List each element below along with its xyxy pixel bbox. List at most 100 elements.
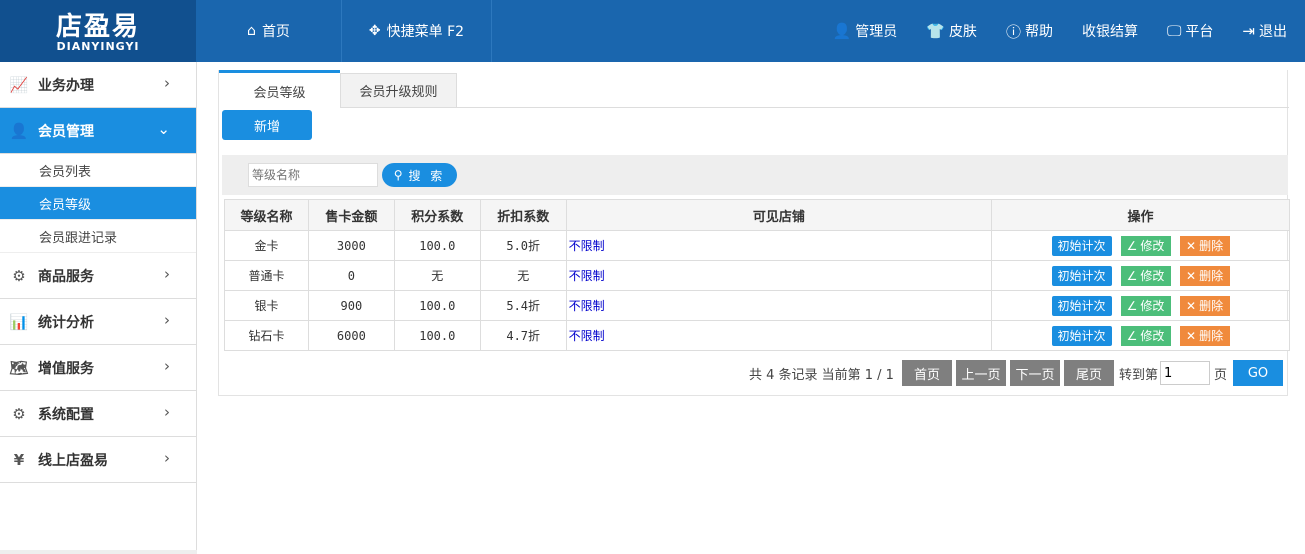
first-page-button[interactable]: 首页: [901, 360, 952, 386]
sidebar-item-online[interactable]: ¥ 线上店盈易 ›: [0, 437, 196, 483]
sidebar-item-label: 商品服务: [38, 268, 94, 285]
logo-text: 店盈易: [55, 12, 140, 42]
sidebar-item-system-config[interactable]: ⚙ 系统配置 ›: [0, 391, 196, 437]
pencil-icon: ∠: [1126, 328, 1138, 343]
goto-label: 转到第: [1118, 367, 1158, 383]
gear-icon: ⚙: [12, 404, 26, 423]
actions-cell: 初始计次 ∠ 修改 ✕ 删除: [991, 230, 1290, 261]
level-table: 等级名称 售卡金额 积分系数 折扣系数 可见店铺 操作 金卡 3000 100.…: [224, 199, 1290, 351]
logout-icon: ⇥: [1242, 22, 1255, 40]
delete-button[interactable]: ✕ 删除: [1179, 235, 1230, 256]
sidebar-item-label: 系统配置: [38, 406, 94, 423]
prev-page-button[interactable]: 上一页: [955, 360, 1006, 386]
nav-quick-menu[interactable]: ✥ 快捷菜单 F2: [342, 0, 492, 62]
visible-store: 不限制: [565, 260, 993, 291]
sidebar-item-member[interactable]: 👤 会员管理 ⌄: [0, 108, 196, 154]
card-price: 900: [307, 290, 395, 321]
page-number-input[interactable]: [1159, 361, 1210, 385]
chevron-right-icon: ›: [164, 449, 170, 467]
nav-skin[interactable]: 👕 皮肤: [926, 21, 977, 41]
column-header: 折扣系数: [479, 199, 567, 231]
edit-button[interactable]: ∠ 修改: [1120, 325, 1171, 346]
user-icon: 👤: [832, 22, 852, 40]
map-icon: 🗺: [9, 358, 29, 377]
search-button[interactable]: ⚲ 搜 索: [382, 163, 457, 187]
sidebar-subitem-member-level[interactable]: 会员等级: [0, 187, 196, 220]
sidebar: 📈 业务办理 › 👤 会员管理 ⌄ 会员列表 会员等级 会员跟进记录 ⚙ 商品服…: [0, 62, 197, 554]
edit-button[interactable]: ∠ 修改: [1120, 265, 1171, 286]
pencil-icon: ∠: [1126, 238, 1138, 253]
init-count-button[interactable]: 初始计次: [1051, 235, 1112, 256]
nav-admin[interactable]: 👤 管理员: [833, 21, 898, 41]
stats-icon: 📊: [9, 312, 29, 331]
level-name: 银卡: [224, 290, 309, 321]
edit-button[interactable]: ∠ 修改: [1120, 235, 1171, 256]
edit-label: 修改: [1140, 239, 1165, 253]
sidebar-item-stats[interactable]: 📊 统计分析 ›: [0, 299, 196, 345]
search-button-label: 搜 索: [408, 168, 446, 183]
table-row: 钻石卡 6000 100.0 4.7折 不限制 初始计次 ∠ 修改 ✕ 删除: [224, 320, 1290, 351]
edit-button[interactable]: ∠ 修改: [1120, 295, 1171, 316]
nav-home[interactable]: ⌂ 首页: [196, 0, 342, 62]
pencil-icon: ∠: [1126, 298, 1138, 313]
delete-button[interactable]: ✕ 删除: [1179, 265, 1230, 286]
go-button[interactable]: GO: [1233, 360, 1283, 386]
delete-button[interactable]: ✕ 删除: [1179, 325, 1230, 346]
monitor-icon: 🖵: [1166, 22, 1182, 40]
card-price: 0: [307, 260, 395, 291]
nav-quick-menu-label: 快捷菜单 F2: [386, 24, 465, 40]
search-input[interactable]: [248, 163, 378, 187]
help-icon: ⓘ: [1005, 22, 1021, 41]
sidebar-item-label: 线上店盈易: [38, 452, 108, 469]
column-header: 可见店铺: [565, 199, 993, 231]
sidebar-item-goods[interactable]: ⚙ 商品服务 ›: [0, 253, 196, 299]
logo[interactable]: 店盈易 DIANYINGYI: [0, 0, 196, 62]
nav-platform[interactable]: 🖵 平台: [1167, 21, 1213, 41]
pencil-icon: ∠: [1126, 268, 1138, 283]
last-page-button[interactable]: 尾页: [1063, 360, 1114, 386]
discount-factor: 4.7折: [479, 320, 567, 351]
sidebar-scrollbar[interactable]: [0, 550, 197, 554]
card-price: 6000: [307, 320, 395, 351]
init-count-button[interactable]: 初始计次: [1051, 295, 1112, 316]
table-header-row: 等级名称 售卡金额 积分系数 折扣系数 可见店铺 操作: [224, 199, 1290, 231]
delete-label: 删除: [1199, 299, 1224, 313]
search-icon: ⚲: [393, 168, 403, 182]
init-count-button[interactable]: 初始计次: [1051, 265, 1112, 286]
sidebar-subitem-member-list[interactable]: 会员列表: [0, 154, 196, 187]
nav-checkout[interactable]: 收银结算: [1082, 21, 1138, 41]
sidebar-item-label: 增值服务: [38, 360, 94, 377]
sidebar-subitem-member-followup[interactable]: 会员跟进记录: [0, 220, 196, 253]
level-name: 金卡: [224, 230, 309, 261]
chevron-right-icon: ›: [164, 311, 170, 329]
chart-icon: 📈: [9, 75, 29, 94]
close-icon: ✕: [1186, 298, 1197, 313]
add-button[interactable]: 新增: [222, 110, 312, 140]
sidebar-item-label: 会员管理: [38, 123, 94, 140]
sidebar-item-value-added[interactable]: 🗺 增值服务 ›: [0, 345, 196, 391]
level-name: 钻石卡: [224, 320, 309, 351]
delete-label: 删除: [1199, 329, 1224, 343]
init-count-button[interactable]: 初始计次: [1051, 325, 1112, 346]
chevron-right-icon: ›: [164, 74, 170, 92]
member-icon: 👤: [9, 121, 29, 140]
page-unit-label: 页: [1213, 367, 1227, 383]
pagination: 共 4 条记录 当前第 1 / 1 首页 上一页 下一页 尾页 转到第 页 GO: [749, 360, 1283, 386]
close-icon: ✕: [1186, 268, 1197, 283]
nav-logout[interactable]: ⇥ 退出: [1242, 21, 1287, 41]
chevron-right-icon: ›: [164, 357, 170, 375]
actions-cell: 初始计次 ∠ 修改 ✕ 删除: [991, 320, 1290, 351]
tab-member-level[interactable]: 会员等级: [219, 70, 340, 109]
shirt-icon: 👕: [926, 22, 945, 40]
next-page-button[interactable]: 下一页: [1009, 360, 1060, 386]
tab-upgrade-rules[interactable]: 会员升级规则: [340, 73, 457, 108]
actions-cell: 初始计次 ∠ 修改 ✕ 删除: [991, 290, 1290, 321]
nav-platform-label: 平台: [1185, 24, 1214, 40]
nav-help[interactable]: ⓘ 帮助: [1006, 21, 1053, 42]
tab-bar: 会员等级 会员升级规则: [219, 70, 1289, 109]
delete-button[interactable]: ✕ 删除: [1179, 295, 1230, 316]
close-icon: ✕: [1186, 238, 1197, 253]
chevron-down-icon: ⌄: [157, 120, 170, 138]
sidebar-item-business[interactable]: 📈 业务办理 ›: [0, 62, 196, 108]
level-name: 普通卡: [224, 260, 309, 291]
